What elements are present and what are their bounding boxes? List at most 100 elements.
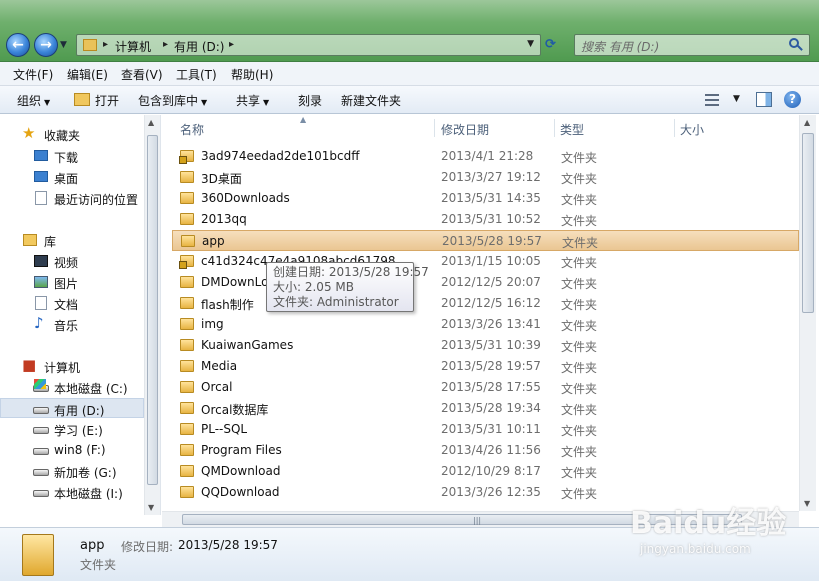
file-date: 2013/1/15 10:05 <box>441 254 541 268</box>
scrollbar-thumb[interactable] <box>147 135 158 485</box>
drive-icon <box>33 427 49 434</box>
view-list-icon[interactable] <box>705 94 719 106</box>
file-row[interactable]: 3ad974eedad2de101bcdff 2013/4/1 21:28 文件夹 <box>172 146 799 167</box>
picture-icon <box>34 276 48 288</box>
nav-drive-e[interactable]: 学习 (E:) <box>0 419 144 439</box>
folder-icon <box>180 192 194 204</box>
share-button[interactable]: 共享 ▼ <box>236 92 269 109</box>
file-row[interactable]: PL--SQL 2013/5/31 10:11 文件夹 <box>172 419 799 440</box>
column-header-type[interactable]: 类型 <box>560 115 584 141</box>
file-row[interactable]: 2013qq 2013/5/31 10:52 文件夹 <box>172 209 799 230</box>
folder-icon <box>181 235 195 247</box>
scroll-down-icon[interactable]: ▼ <box>148 503 154 512</box>
nav-item-label: 本地磁盘 (C:) <box>54 382 128 396</box>
nav-item-downloads[interactable]: 下载 <box>0 146 144 166</box>
forward-button[interactable]: → <box>34 33 58 57</box>
scroll-up-icon[interactable]: ▲ <box>804 118 810 127</box>
nav-drive-f[interactable]: win8 (F:) <box>0 440 144 460</box>
menu-help[interactable]: 帮助(H) <box>231 66 273 83</box>
tooltip-folder: 文件夹: Administrator <box>273 295 399 309</box>
search-input[interactable]: 搜索 有用 (D:) <box>574 34 810 56</box>
breadcrumb-separator-icon[interactable]: ▸ <box>229 39 234 50</box>
file-row[interactable]: QMDownload 2012/10/29 8:17 文件夹 <box>172 461 799 482</box>
file-row[interactable]: KuaiwanGames 2013/5/31 10:39 文件夹 <box>172 335 799 356</box>
column-divider[interactable] <box>554 119 555 137</box>
column-divider[interactable] <box>434 119 435 137</box>
drive-icon <box>33 490 49 497</box>
file-name: 2013qq <box>201 212 247 226</box>
file-row[interactable]: img 2013/3/26 13:41 文件夹 <box>172 314 799 335</box>
burn-button[interactable]: 刻录 <box>298 92 322 109</box>
folder-icon <box>180 213 194 225</box>
file-type: 文件夹 <box>561 298 598 312</box>
nav-favorites[interactable]: ★ 收藏夹 <box>0 124 144 144</box>
include-in-library-label: 包含到库中 <box>138 94 199 108</box>
nav-drive-c[interactable]: 本地磁盘 (C:) <box>0 377 144 397</box>
file-list-vertical-scrollbar[interactable]: ▲ ▼ <box>799 115 816 511</box>
search-icon[interactable] <box>789 38 803 52</box>
nav-item-label: 最近访问的位置 <box>54 193 139 207</box>
nav-drive-d[interactable]: 有用 (D:) <box>0 398 144 418</box>
menu-view[interactable]: 查看(V) <box>121 66 163 83</box>
file-row[interactable]: Media 2013/5/28 19:57 文件夹 <box>172 356 799 377</box>
menu-file[interactable]: 文件(F) <box>13 66 53 83</box>
nav-item-recent-places[interactable]: 最近访问的位置 <box>0 188 144 208</box>
menu-tools[interactable]: 工具(T) <box>176 66 217 83</box>
folder-icon <box>180 297 194 309</box>
file-row[interactable]: Orcal 2013/5/28 17:55 文件夹 <box>172 377 799 398</box>
breadcrumb-separator-icon[interactable]: ▸ <box>163 39 168 50</box>
navigation-pane-scrollbar[interactable]: ▲ ▼ <box>144 115 160 515</box>
nav-item-pictures[interactable]: 图片 <box>0 272 144 292</box>
recent-pages-dropdown[interactable]: ▼ <box>60 40 67 50</box>
include-in-library-button[interactable]: 包含到库中 ▼ <box>138 92 207 109</box>
nav-drive-i[interactable]: 本地磁盘 (I:) <box>0 482 144 502</box>
file-row[interactable]: 360Downloads 2013/5/31 14:35 文件夹 <box>172 188 799 209</box>
open-button[interactable]: 打开 <box>95 92 119 109</box>
file-row[interactable]: Orcal数据库 2013/5/28 19:34 文件夹 <box>172 398 799 419</box>
share-label: 共享 <box>236 94 261 108</box>
nav-item-videos[interactable]: 视频 <box>0 251 144 271</box>
menu-bar: 文件(F) 编辑(E) 查看(V) 工具(T) 帮助(H) <box>0 62 819 86</box>
scrollbar-thumb[interactable] <box>802 133 814 313</box>
nav-item-music[interactable]: ♪ 音乐 <box>0 314 144 334</box>
address-box[interactable]: ▸ 计算机 ▸ 有用 (D:) ▸ ▼ <box>76 34 541 56</box>
file-type: 文件夹 <box>561 151 598 165</box>
file-date: 2013/5/31 14:35 <box>441 191 541 205</box>
view-options-dropdown[interactable]: ▼ <box>733 94 740 104</box>
scroll-up-icon[interactable]: ▲ <box>148 118 154 127</box>
file-name: img <box>201 317 224 331</box>
tooltip-size: 大小: 2.05 MB <box>273 280 354 294</box>
nav-computer[interactable]: ■ 计算机 <box>0 356 144 376</box>
column-divider[interactable] <box>674 119 675 137</box>
breadcrumb-separator-icon[interactable]: ▸ <box>103 39 108 50</box>
file-name: 360Downloads <box>201 191 290 205</box>
refresh-icon[interactable]: ⟳ <box>545 37 561 53</box>
menu-edit[interactable]: 编辑(E) <box>67 66 108 83</box>
help-icon[interactable]: ? <box>784 91 801 108</box>
column-header-date[interactable]: 修改日期 <box>441 115 489 141</box>
nav-libraries[interactable]: 库 <box>0 230 144 250</box>
watermark-url: jingyan.baidu.com <box>640 542 751 556</box>
address-history-dropdown[interactable]: ▼ <box>527 39 534 49</box>
recent-places-icon <box>35 191 47 205</box>
breadcrumb-computer[interactable]: 计算机 <box>115 38 151 55</box>
nav-drive-g[interactable]: 新加卷 (G:) <box>0 461 144 481</box>
breadcrumb-drive[interactable]: 有用 (D:) <box>174 38 224 55</box>
organize-label: 组织 <box>17 94 42 108</box>
folder-icon <box>22 534 54 576</box>
preview-pane-icon[interactable] <box>756 92 772 107</box>
organize-button[interactable]: 组织 ▼ <box>17 92 50 109</box>
nav-item-documents[interactable]: 文档 <box>0 293 144 313</box>
column-header-size[interactable]: 大小 <box>680 115 704 141</box>
nav-computer-label: 计算机 <box>44 361 81 375</box>
file-date: 2013/5/28 19:57 <box>442 234 542 248</box>
file-row[interactable]: 3D桌面 2013/3/27 19:12 文件夹 <box>172 167 799 188</box>
back-button[interactable]: ← <box>6 33 30 57</box>
nav-item-label: 文档 <box>54 298 79 312</box>
file-row[interactable]: Program Files 2013/4/26 11:56 文件夹 <box>172 440 799 461</box>
file-row[interactable]: app 2013/5/28 19:57 文件夹 <box>172 230 799 251</box>
column-header-name[interactable]: 名称 <box>180 115 204 141</box>
library-icon <box>23 234 37 246</box>
nav-item-desktop[interactable]: 桌面 <box>0 167 144 187</box>
new-folder-button[interactable]: 新建文件夹 <box>341 92 401 109</box>
